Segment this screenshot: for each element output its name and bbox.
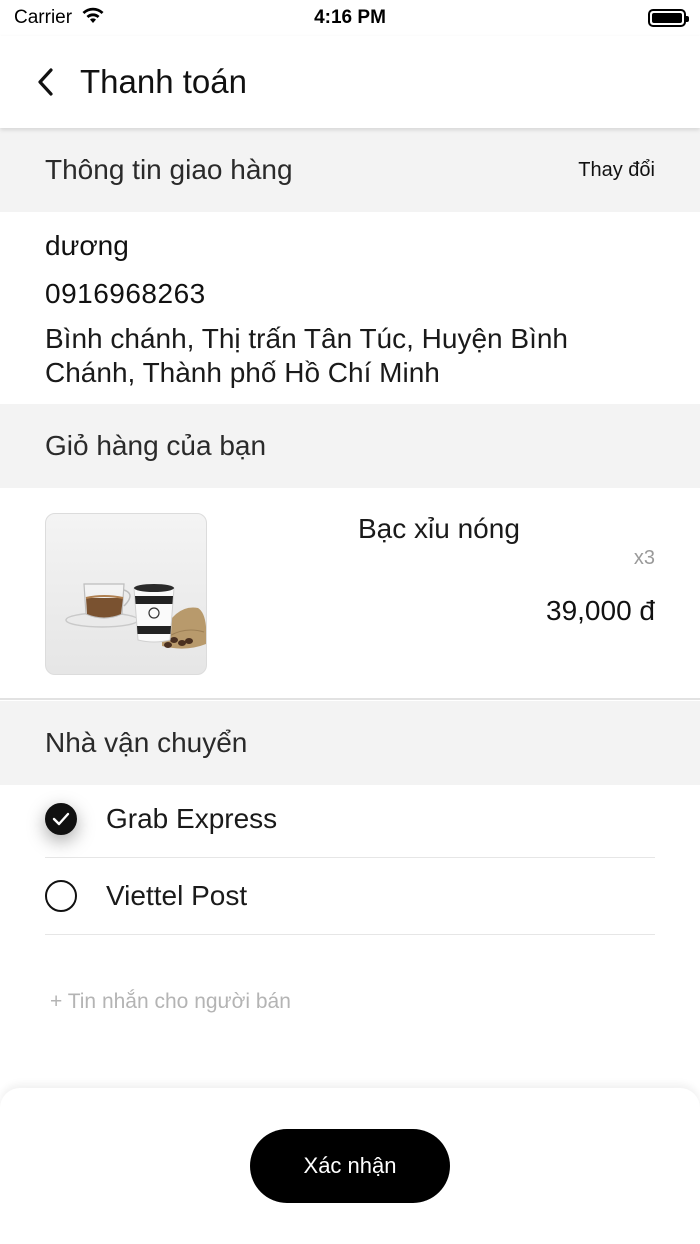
recipient-name: dương — [45, 230, 129, 261]
status-bar: Carrier 4:16 PM — [0, 0, 700, 36]
checkmark-icon — [52, 812, 70, 826]
carrier-label: Grab Express — [106, 803, 278, 834]
nav-bar: Thanh toán — [0, 36, 700, 128]
battery-icon — [648, 9, 689, 27]
cart-section-header: Giỏ hàng của bạn — [0, 404, 700, 488]
carrier-name: Carrier — [14, 7, 73, 28]
radio-checked-icon[interactable] — [45, 803, 77, 835]
cart-section-title: Giỏ hàng của bạn — [45, 430, 267, 461]
add-message-to-seller-link[interactable]: + Tin nhắn cho người bán — [50, 990, 291, 1014]
product-quantity: x3 — [633, 547, 655, 569]
status-left: Carrier — [14, 5, 106, 31]
bottom-panel: Xác nhận — [0, 1088, 700, 1244]
back-button[interactable] — [28, 64, 64, 100]
recipient-address: Bình chánh, Thị trấn Tân Túc, Huyện Bình… — [45, 323, 568, 388]
shipping-section-header: Thông tin giao hàng Thay đổi — [0, 128, 700, 212]
cart-item: Bạc xỉu nóng x3 39,000 đ — [0, 489, 700, 700]
carrier-section-header: Nhà vận chuyển — [0, 701, 700, 785]
shipping-section-title: Thông tin giao hàng — [45, 154, 293, 185]
carrier-label: Viettel Post — [106, 880, 248, 911]
product-name: Bạc xỉu nóng — [358, 513, 520, 544]
product-image — [45, 513, 207, 675]
wifi-icon — [80, 5, 106, 31]
change-address-button[interactable]: Thay đổi — [578, 159, 655, 182]
coffee-product-photo — [65, 583, 206, 649]
carrier-option-grab-express[interactable]: Grab Express — [45, 781, 655, 858]
product-price: 39,000 đ — [546, 595, 655, 626]
page-title: Thanh toán — [80, 63, 247, 100]
carrier-section-title: Nhà vận chuyển — [45, 727, 248, 758]
chevron-left-icon — [38, 68, 53, 96]
carrier-option-viettel-post[interactable]: Viettel Post — [45, 858, 655, 935]
shipping-info: dương 0916968263 Bình chánh, Thị trấn Tâ… — [45, 226, 665, 390]
confirm-button[interactable]: Xác nhận — [250, 1129, 450, 1203]
radio-unchecked-icon[interactable] — [45, 880, 77, 912]
recipient-phone: 0916968263 — [45, 278, 206, 309]
